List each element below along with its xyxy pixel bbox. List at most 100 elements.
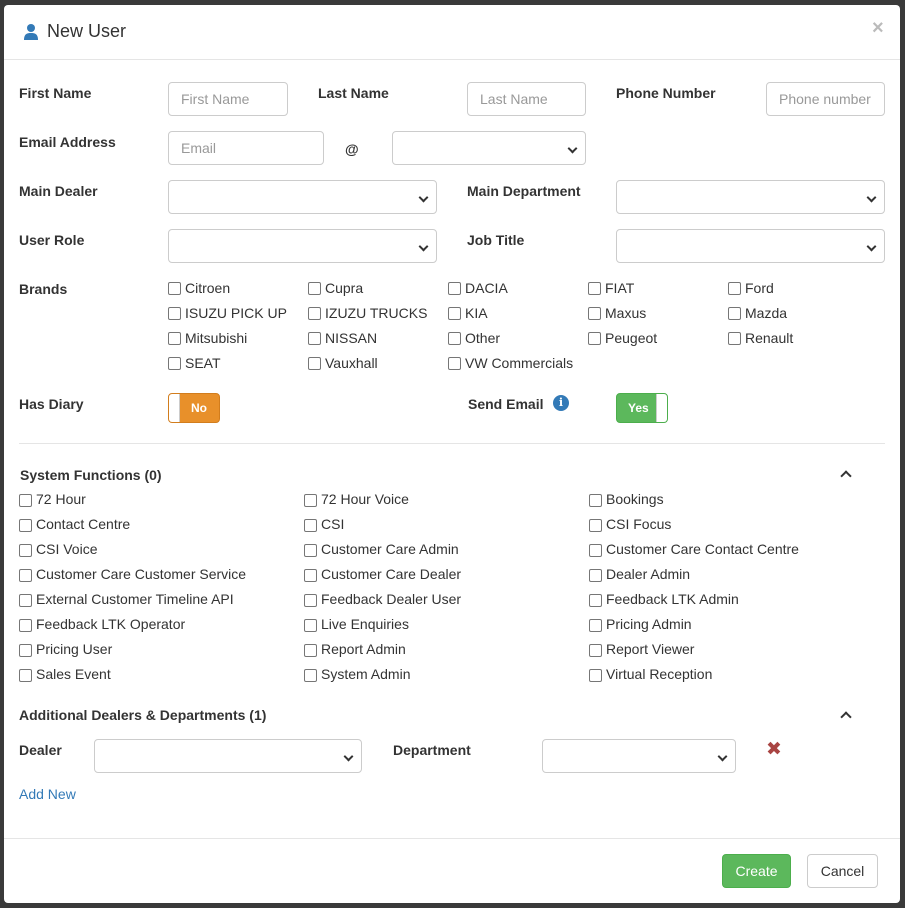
checkbox-box[interactable]	[589, 569, 602, 582]
chevron-up-icon[interactable]	[840, 711, 852, 723]
brand-checkbox-seat[interactable]: SEAT	[168, 355, 221, 371]
checkbox-box[interactable]	[589, 644, 602, 657]
add-new-link[interactable]: Add New	[19, 786, 76, 802]
checkbox-box[interactable]	[588, 306, 601, 320]
additional-department-select[interactable]	[542, 739, 736, 773]
system-function-checkbox-customer-care-dealer[interactable]: Customer Care Dealer	[304, 566, 461, 582]
system-function-checkbox-csi-focus[interactable]: CSI Focus	[589, 516, 671, 532]
system-function-checkbox-feedback-dealer-user[interactable]: Feedback Dealer User	[304, 591, 461, 607]
system-function-checkbox-live-enquiries[interactable]: Live Enquiries	[304, 616, 409, 632]
system-function-checkbox-feedback-ltk-admin[interactable]: Feedback LTK Admin	[589, 591, 739, 607]
checkbox-box[interactable]	[308, 306, 321, 320]
brand-checkbox-mazda[interactable]: Mazda	[728, 305, 787, 321]
brand-checkbox-dacia[interactable]: DACIA	[448, 280, 508, 296]
additional-dealer-select[interactable]	[94, 739, 362, 773]
checkbox-box[interactable]	[308, 281, 321, 295]
job-title-select[interactable]	[616, 229, 885, 263]
main-department-select[interactable]	[616, 180, 885, 214]
checkbox-box[interactable]	[19, 569, 32, 582]
brand-checkbox-vw-commercials[interactable]: VW Commercials	[448, 355, 573, 371]
brand-checkbox-peugeot[interactable]: Peugeot	[588, 330, 657, 346]
system-function-checkbox-external-customer-timeline-api[interactable]: External Customer Timeline API	[19, 591, 234, 607]
checkbox-box[interactable]	[19, 619, 32, 632]
email-input[interactable]	[168, 131, 324, 165]
phone-number-input[interactable]	[766, 82, 885, 116]
brand-checkbox-other[interactable]: Other	[448, 330, 500, 346]
system-function-checkbox-bookings[interactable]: Bookings	[589, 491, 664, 507]
checkbox-box[interactable]	[728, 331, 741, 345]
checkbox-box[interactable]	[304, 594, 317, 607]
checkbox-box[interactable]	[168, 306, 181, 320]
first-name-input[interactable]	[168, 82, 288, 116]
brand-checkbox-citroen[interactable]: Citroen	[168, 280, 230, 296]
brand-checkbox-vauxhall[interactable]: Vauxhall	[308, 355, 378, 371]
checkbox-box[interactable]	[304, 669, 317, 682]
system-function-checkbox-report-viewer[interactable]: Report Viewer	[589, 641, 694, 657]
info-icon[interactable]: i	[553, 395, 569, 411]
system-function-checkbox-customer-care-admin[interactable]: Customer Care Admin	[304, 541, 459, 557]
brand-checkbox-fiat[interactable]: FIAT	[588, 280, 634, 296]
system-function-checkbox-pricing-admin[interactable]: Pricing Admin	[589, 616, 692, 632]
checkbox-box[interactable]	[304, 544, 317, 557]
system-function-checkbox-virtual-reception[interactable]: Virtual Reception	[589, 666, 712, 682]
checkbox-box[interactable]	[308, 356, 321, 370]
send-email-toggle[interactable]: Yes	[616, 393, 668, 423]
checkbox-box[interactable]	[19, 644, 32, 657]
checkbox-box[interactable]	[589, 669, 602, 682]
system-function-checkbox-feedback-ltk-operator[interactable]: Feedback LTK Operator	[19, 616, 185, 632]
checkbox-box[interactable]	[168, 331, 181, 345]
checkbox-box[interactable]	[589, 594, 602, 607]
checkbox-box[interactable]	[19, 544, 32, 557]
checkbox-box[interactable]	[589, 619, 602, 632]
checkbox-box[interactable]	[304, 644, 317, 657]
checkbox-box[interactable]	[728, 281, 741, 295]
checkbox-box[interactable]	[589, 519, 602, 532]
checkbox-box[interactable]	[448, 331, 461, 345]
system-function-checkbox-report-admin[interactable]: Report Admin	[304, 641, 406, 657]
brand-checkbox-izuzu-trucks[interactable]: IZUZU TRUCKS	[308, 305, 427, 321]
checkbox-box[interactable]	[448, 306, 461, 320]
create-button[interactable]: Create	[722, 854, 791, 888]
brand-checkbox-maxus[interactable]: Maxus	[588, 305, 646, 321]
checkbox-box[interactable]	[19, 494, 32, 507]
chevron-up-icon[interactable]	[840, 470, 852, 482]
brand-checkbox-renault[interactable]: Renault	[728, 330, 793, 346]
system-function-checkbox-contact-centre[interactable]: Contact Centre	[19, 516, 130, 532]
checkbox-box[interactable]	[728, 306, 741, 320]
checkbox-box[interactable]	[19, 594, 32, 607]
checkbox-box[interactable]	[448, 281, 461, 295]
checkbox-box[interactable]	[304, 519, 317, 532]
last-name-input[interactable]	[467, 82, 586, 116]
system-function-checkbox-72-hour[interactable]: 72 Hour	[19, 491, 86, 507]
checkbox-box[interactable]	[19, 519, 32, 532]
brand-checkbox-mitsubishi[interactable]: Mitsubishi	[168, 330, 247, 346]
email-domain-select[interactable]	[392, 131, 586, 165]
has-diary-toggle[interactable]: No	[168, 393, 220, 423]
checkbox-box[interactable]	[588, 331, 601, 345]
brand-checkbox-cupra[interactable]: Cupra	[308, 280, 363, 296]
brand-checkbox-kia[interactable]: KIA	[448, 305, 488, 321]
system-function-checkbox-csi-voice[interactable]: CSI Voice	[19, 541, 97, 557]
checkbox-box[interactable]	[588, 281, 601, 295]
brand-checkbox-nissan[interactable]: NISSAN	[308, 330, 377, 346]
system-function-checkbox-dealer-admin[interactable]: Dealer Admin	[589, 566, 690, 582]
brand-checkbox-ford[interactable]: Ford	[728, 280, 774, 296]
user-role-select[interactable]	[168, 229, 437, 263]
checkbox-box[interactable]	[308, 331, 321, 345]
checkbox-box[interactable]	[304, 569, 317, 582]
system-function-checkbox-sales-event[interactable]: Sales Event	[19, 666, 111, 682]
system-function-checkbox-csi[interactable]: CSI	[304, 516, 344, 532]
checkbox-box[interactable]	[168, 281, 181, 295]
checkbox-box[interactable]	[448, 356, 461, 370]
main-dealer-select[interactable]	[168, 180, 437, 214]
system-function-checkbox-customer-care-contact-centre[interactable]: Customer Care Contact Centre	[589, 541, 799, 557]
system-function-checkbox-customer-care-customer-service[interactable]: Customer Care Customer Service	[19, 566, 246, 582]
checkbox-box[interactable]	[19, 669, 32, 682]
system-function-checkbox-pricing-user[interactable]: Pricing User	[19, 641, 112, 657]
checkbox-box[interactable]	[589, 544, 602, 557]
system-function-checkbox-72-hour-voice[interactable]: 72 Hour Voice	[304, 491, 409, 507]
checkbox-box[interactable]	[168, 356, 181, 370]
close-icon[interactable]: ×	[872, 17, 884, 40]
brand-checkbox-isuzu-pick-up[interactable]: ISUZU PICK UP	[168, 305, 287, 321]
checkbox-box[interactable]	[589, 494, 602, 507]
